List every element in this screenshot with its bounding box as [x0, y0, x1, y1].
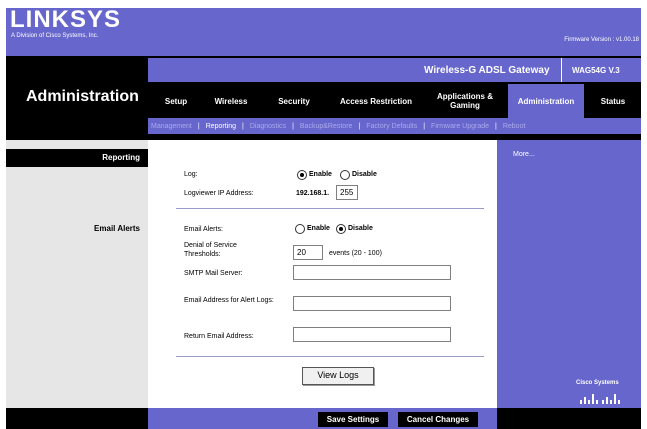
- divider: [176, 356, 484, 357]
- dos-threshold-input[interactable]: [293, 245, 323, 260]
- alert-email-input[interactable]: [293, 296, 451, 311]
- subnav-separator: |: [423, 122, 426, 130]
- log-enable-radio[interactable]: [297, 170, 307, 180]
- model-number: WAG54G V.3: [572, 66, 620, 75]
- divider: [176, 208, 484, 209]
- tab-status[interactable]: Status: [590, 84, 636, 118]
- tab-access-restriction[interactable]: Access Restriction: [330, 84, 422, 118]
- email-alerts-enable-radio[interactable]: [295, 224, 305, 234]
- section-heading-reporting: Reporting: [6, 149, 148, 167]
- return-email-input[interactable]: [293, 327, 451, 342]
- log-enable-label: Enable: [309, 171, 332, 178]
- return-email-label: Return Email Address:: [184, 333, 254, 340]
- section-heading-email-alerts: Email Alerts: [94, 224, 140, 233]
- page-title: Administration: [26, 88, 139, 105]
- subnav-separator: |: [358, 122, 361, 130]
- email-alerts-disable-label: Disable: [348, 225, 373, 232]
- product-bar: [148, 58, 641, 82]
- tab-wireless[interactable]: Wireless: [206, 84, 256, 118]
- help-column: [497, 140, 641, 408]
- ip-prefix: 192.168.1.: [296, 190, 330, 197]
- smtp-server-input[interactable]: [293, 265, 451, 280]
- more-help-link[interactable]: More...: [513, 151, 535, 158]
- sub-navigation: Management | Reporting | Diagnostics | B…: [148, 118, 641, 134]
- log-label: Log:: [184, 171, 198, 178]
- left-column: [6, 140, 148, 408]
- subnav-diagnostics[interactable]: Diagnostics: [250, 123, 286, 130]
- log-disable-label: Disable: [352, 171, 377, 178]
- subnav-reboot[interactable]: Reboot: [503, 123, 526, 130]
- subnav-separator: |: [242, 122, 244, 130]
- subnav-factory-defaults[interactable]: Factory Defaults: [366, 123, 417, 130]
- subnav-management[interactable]: Management: [151, 123, 192, 130]
- tab-setup[interactable]: Setup: [156, 84, 196, 118]
- product-separator: [561, 58, 562, 82]
- log-disable-radio[interactable]: [340, 170, 350, 180]
- logviewer-ip-label: Logviewer IP Address:: [184, 190, 254, 197]
- view-logs-button[interactable]: View Logs: [302, 367, 374, 385]
- logviewer-ip-last-octet-input[interactable]: [336, 185, 358, 200]
- subnav-firmware-upgrade[interactable]: Firmware Upgrade: [431, 123, 489, 130]
- cancel-changes-button[interactable]: Cancel Changes: [398, 412, 478, 427]
- subnav-separator: |: [197, 122, 200, 130]
- subnav-separator: |: [495, 122, 497, 130]
- subnav-reporting[interactable]: Reporting: [206, 123, 236, 130]
- product-name: Wireless-G ADSL Gateway: [424, 65, 550, 76]
- alert-email-label: Email Address for Alert Logs:: [184, 297, 274, 304]
- save-settings-button[interactable]: Save Settings: [318, 412, 388, 427]
- cisco-logo-text: Cisco Systems: [576, 380, 619, 386]
- logo-subtitle: A Division of Cisco Systems, Inc.: [11, 33, 99, 39]
- subnav-backup-restore[interactable]: Backup&Restore: [300, 123, 353, 130]
- dos-threshold-label: Denial of Service Thresholds:: [184, 242, 237, 258]
- linksys-logo: LINKSYS: [10, 6, 122, 33]
- email-alerts-enable-label: Enable: [307, 225, 330, 232]
- cisco-logo-icon: [580, 394, 620, 404]
- subnav-separator: |: [292, 122, 294, 130]
- email-alerts-label: Email Alerts:: [184, 226, 223, 233]
- email-alerts-disable-radio[interactable]: [336, 224, 346, 234]
- dos-threshold-unit: events (20 - 100): [329, 250, 382, 257]
- firmware-version: Firmware Version : v1.00.18: [564, 37, 639, 43]
- tab-administration[interactable]: Administration: [508, 84, 584, 118]
- smtp-server-label: SMTP Mail Server:: [184, 270, 243, 277]
- tab-applications-gaming[interactable]: Applications & Gaming: [432, 84, 498, 118]
- tab-security[interactable]: Security: [269, 84, 319, 118]
